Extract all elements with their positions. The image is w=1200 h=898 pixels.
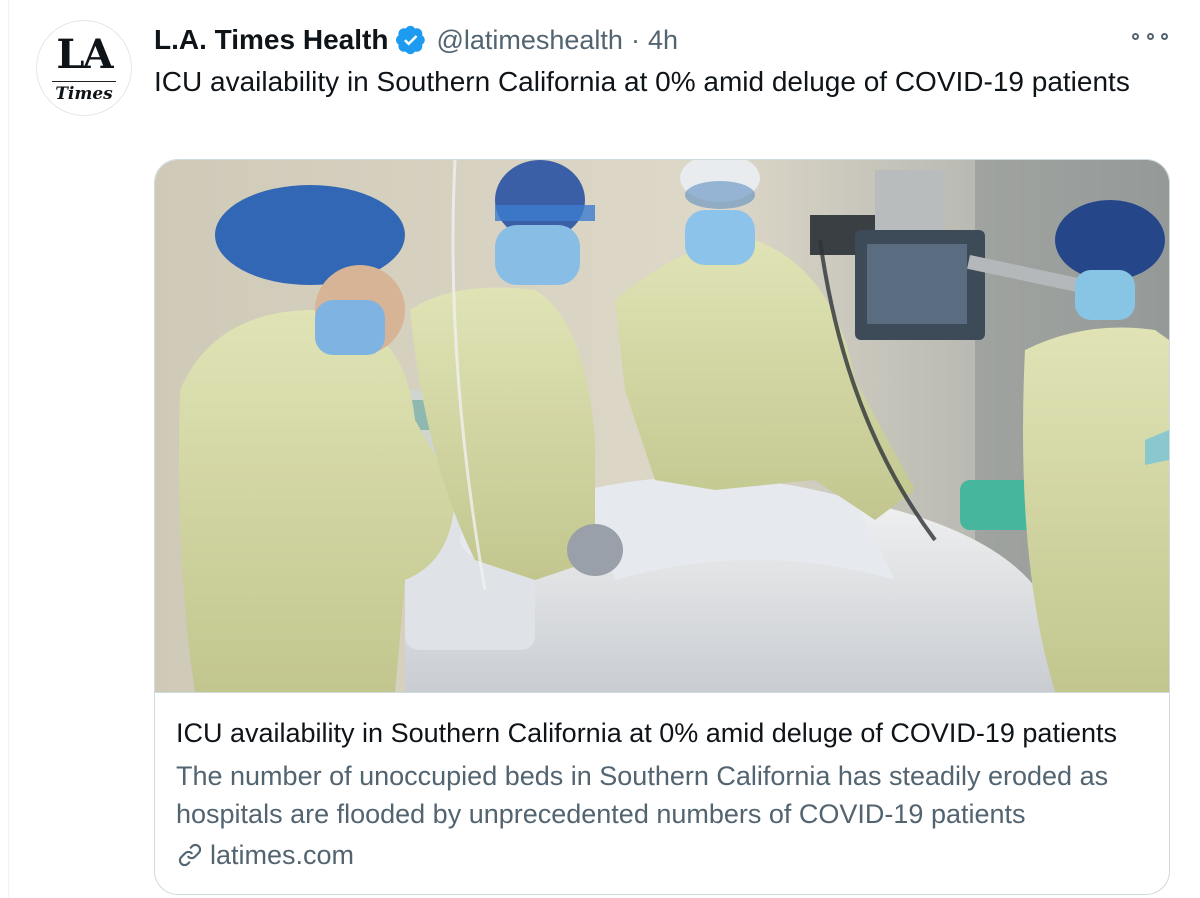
card-divider: [155, 692, 1169, 693]
avatar-logo-rule: [52, 81, 116, 82]
tweet-text: ICU availability in Southern California …: [154, 66, 1130, 97]
card-domain: latimes.com: [176, 836, 354, 874]
display-name[interactable]: L.A. Times Health: [154, 24, 388, 56]
card-domain-text: latimes.com: [210, 839, 355, 870]
more-dot: [1146, 32, 1154, 40]
timestamp[interactable]: 4h: [648, 25, 678, 56]
timeline-border: [8, 0, 9, 898]
verified-badge-icon: [396, 25, 426, 55]
avatar[interactable]: LA Times: [36, 20, 132, 116]
avatar-logo-la: LA: [56, 31, 113, 78]
card-description: The number of unoccupied beds in Souther…: [176, 761, 1109, 829]
card-title: ICU availability in Southern California …: [176, 718, 1117, 748]
link-icon: [178, 843, 202, 867]
link-card[interactable]: ICU availability in Southern California …: [154, 159, 1170, 895]
handle[interactable]: @latimeshealth: [436, 25, 623, 56]
card-image: [155, 160, 1169, 692]
more-dot: [1132, 32, 1139, 40]
more-options-icon[interactable]: [1132, 26, 1168, 46]
more-dot: [1161, 32, 1168, 40]
separator-dot: ·: [630, 24, 640, 55]
tweet-header: L.A. Times Health @latimeshealth · 4h: [154, 20, 678, 60]
avatar-logo-times: Times: [55, 84, 113, 104]
tweet[interactable]: LA Times L.A. Times Health @latimeshealt…: [0, 0, 1200, 898]
